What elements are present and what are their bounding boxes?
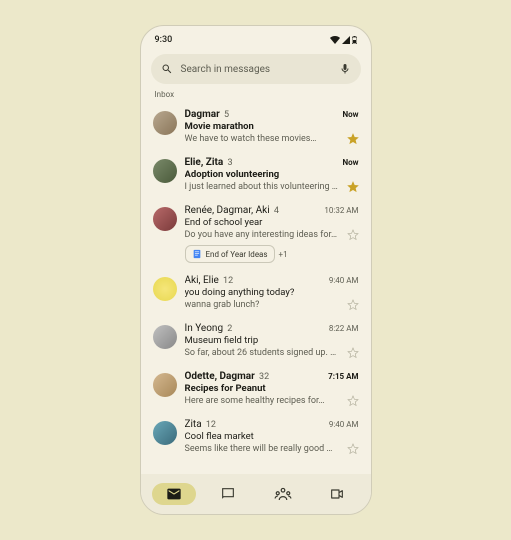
thread-sender: Renée, Dagmar, Aki 4 — [185, 205, 279, 216]
thread-sender: Aki, Elie 12 — [185, 275, 234, 286]
thread-sender: Elie, Zita 3 — [185, 157, 233, 168]
avatar[interactable] — [153, 159, 177, 183]
thread-sender: Zita 12 — [185, 419, 217, 430]
thread-count: 5 — [222, 110, 229, 120]
thread-count: 4 — [272, 206, 279, 216]
thread-time: 9:40 AM — [329, 276, 359, 285]
search-icon — [161, 63, 173, 75]
thread-time: 10:32 AM — [324, 206, 358, 215]
thread-time: 9:40 AM — [329, 420, 359, 429]
thread-subject: Adoption volunteering — [185, 169, 359, 180]
star-filled-icon[interactable] — [347, 133, 359, 145]
star-outline-icon[interactable] — [347, 229, 359, 241]
thread-subject: Recipes for Peanut — [185, 383, 359, 394]
thread-item[interactable]: Renée, Dagmar, Aki 4 10:32 AM End of sch… — [151, 199, 361, 269]
status-icons — [330, 36, 357, 44]
thread-subject: you doing anything today? — [185, 287, 359, 298]
nav-spaces[interactable] — [261, 483, 305, 505]
thread-count: 32 — [257, 372, 269, 382]
thread-preview: I just learned about this volunteering … — [185, 182, 343, 192]
thread-item[interactable]: Elie, Zita 3 Now Adoption volunteering I… — [151, 151, 361, 199]
thread-subject: Movie marathon — [185, 121, 359, 132]
thread-item[interactable]: Zita 12 9:40 AM Cool flea market Seems l… — [151, 413, 361, 461]
star-outline-icon[interactable] — [347, 443, 359, 455]
doc-icon — [192, 249, 202, 259]
thread-preview: Seems like there will be really good … — [185, 444, 343, 454]
thread-count: 2 — [225, 324, 232, 334]
avatar[interactable] — [153, 325, 177, 349]
section-label: Inbox — [141, 88, 371, 103]
attachment-chip[interactable]: End of Year Ideas — [185, 245, 275, 263]
thread-sender: Dagmar 5 — [185, 109, 230, 120]
thread-item[interactable]: In Yeong 2 8:22 AM Museum field trip So … — [151, 317, 361, 365]
avatar[interactable] — [153, 277, 177, 301]
avatar[interactable] — [153, 421, 177, 445]
thread-preview: We have to watch these movies… — [185, 134, 343, 144]
star-outline-icon[interactable] — [347, 299, 359, 311]
thread-time: Now — [342, 110, 358, 119]
thread-list[interactable]: Dagmar 5 Now Movie marathon We have to w… — [141, 103, 371, 474]
battery-icon — [352, 36, 357, 44]
thread-item[interactable]: Odette, Dagmar 32 7:15 AM Recipes for Pe… — [151, 365, 361, 413]
attachment-row: End of Year Ideas +1 — [185, 245, 359, 263]
star-outline-icon[interactable] — [347, 347, 359, 359]
star-outline-icon[interactable] — [347, 395, 359, 407]
nav-mail[interactable] — [152, 483, 196, 505]
thread-preview: So far, about 26 students signed up. … — [185, 348, 343, 358]
avatar[interactable] — [153, 207, 177, 231]
avatar[interactable] — [153, 111, 177, 135]
thread-subject: Museum field trip — [185, 335, 359, 346]
thread-count: 3 — [225, 158, 232, 168]
thread-item[interactable]: Aki, Elie 12 9:40 AM you doing anything … — [151, 269, 361, 317]
thread-time: Now — [342, 158, 358, 167]
chat-icon — [220, 486, 236, 502]
wifi-icon — [330, 36, 340, 44]
thread-count: 12 — [204, 420, 216, 430]
thread-sender: Odette, Dagmar 32 — [185, 371, 270, 382]
avatar[interactable] — [153, 373, 177, 397]
status-bar: 9:30 — [141, 26, 371, 48]
nav-meet[interactable] — [315, 483, 359, 505]
thread-preview: wanna grab lunch? — [185, 300, 343, 310]
phone-frame: 9:30 Search in messages Inbox Dagmar 5 N… — [140, 25, 372, 515]
thread-count: 12 — [221, 276, 233, 286]
attachment-label: End of Year Ideas — [206, 250, 268, 259]
search-placeholder: Search in messages — [181, 64, 331, 75]
thread-subject: Cool flea market — [185, 431, 359, 442]
video-icon — [329, 486, 345, 502]
attachment-more: +1 — [279, 250, 288, 259]
thread-time: 7:15 AM — [328, 372, 358, 381]
thread-sender: In Yeong 2 — [185, 323, 233, 334]
mic-icon[interactable] — [339, 63, 351, 75]
thread-preview: Here are some healthy recipes for… — [185, 396, 343, 406]
thread-preview: Do you have any interesting ideas for… — [185, 230, 343, 240]
star-filled-icon[interactable] — [347, 181, 359, 193]
thread-item[interactable]: Dagmar 5 Now Movie marathon We have to w… — [151, 103, 361, 151]
nav-chat[interactable] — [206, 483, 250, 505]
search-bar[interactable]: Search in messages — [151, 54, 361, 84]
people-icon — [274, 486, 292, 502]
signal-icon — [342, 36, 350, 44]
mail-icon — [166, 486, 182, 502]
status-time: 9:30 — [155, 35, 173, 45]
bottom-nav — [141, 474, 371, 514]
thread-subject: End of school year — [185, 217, 359, 228]
thread-time: 8:22 AM — [329, 324, 359, 333]
